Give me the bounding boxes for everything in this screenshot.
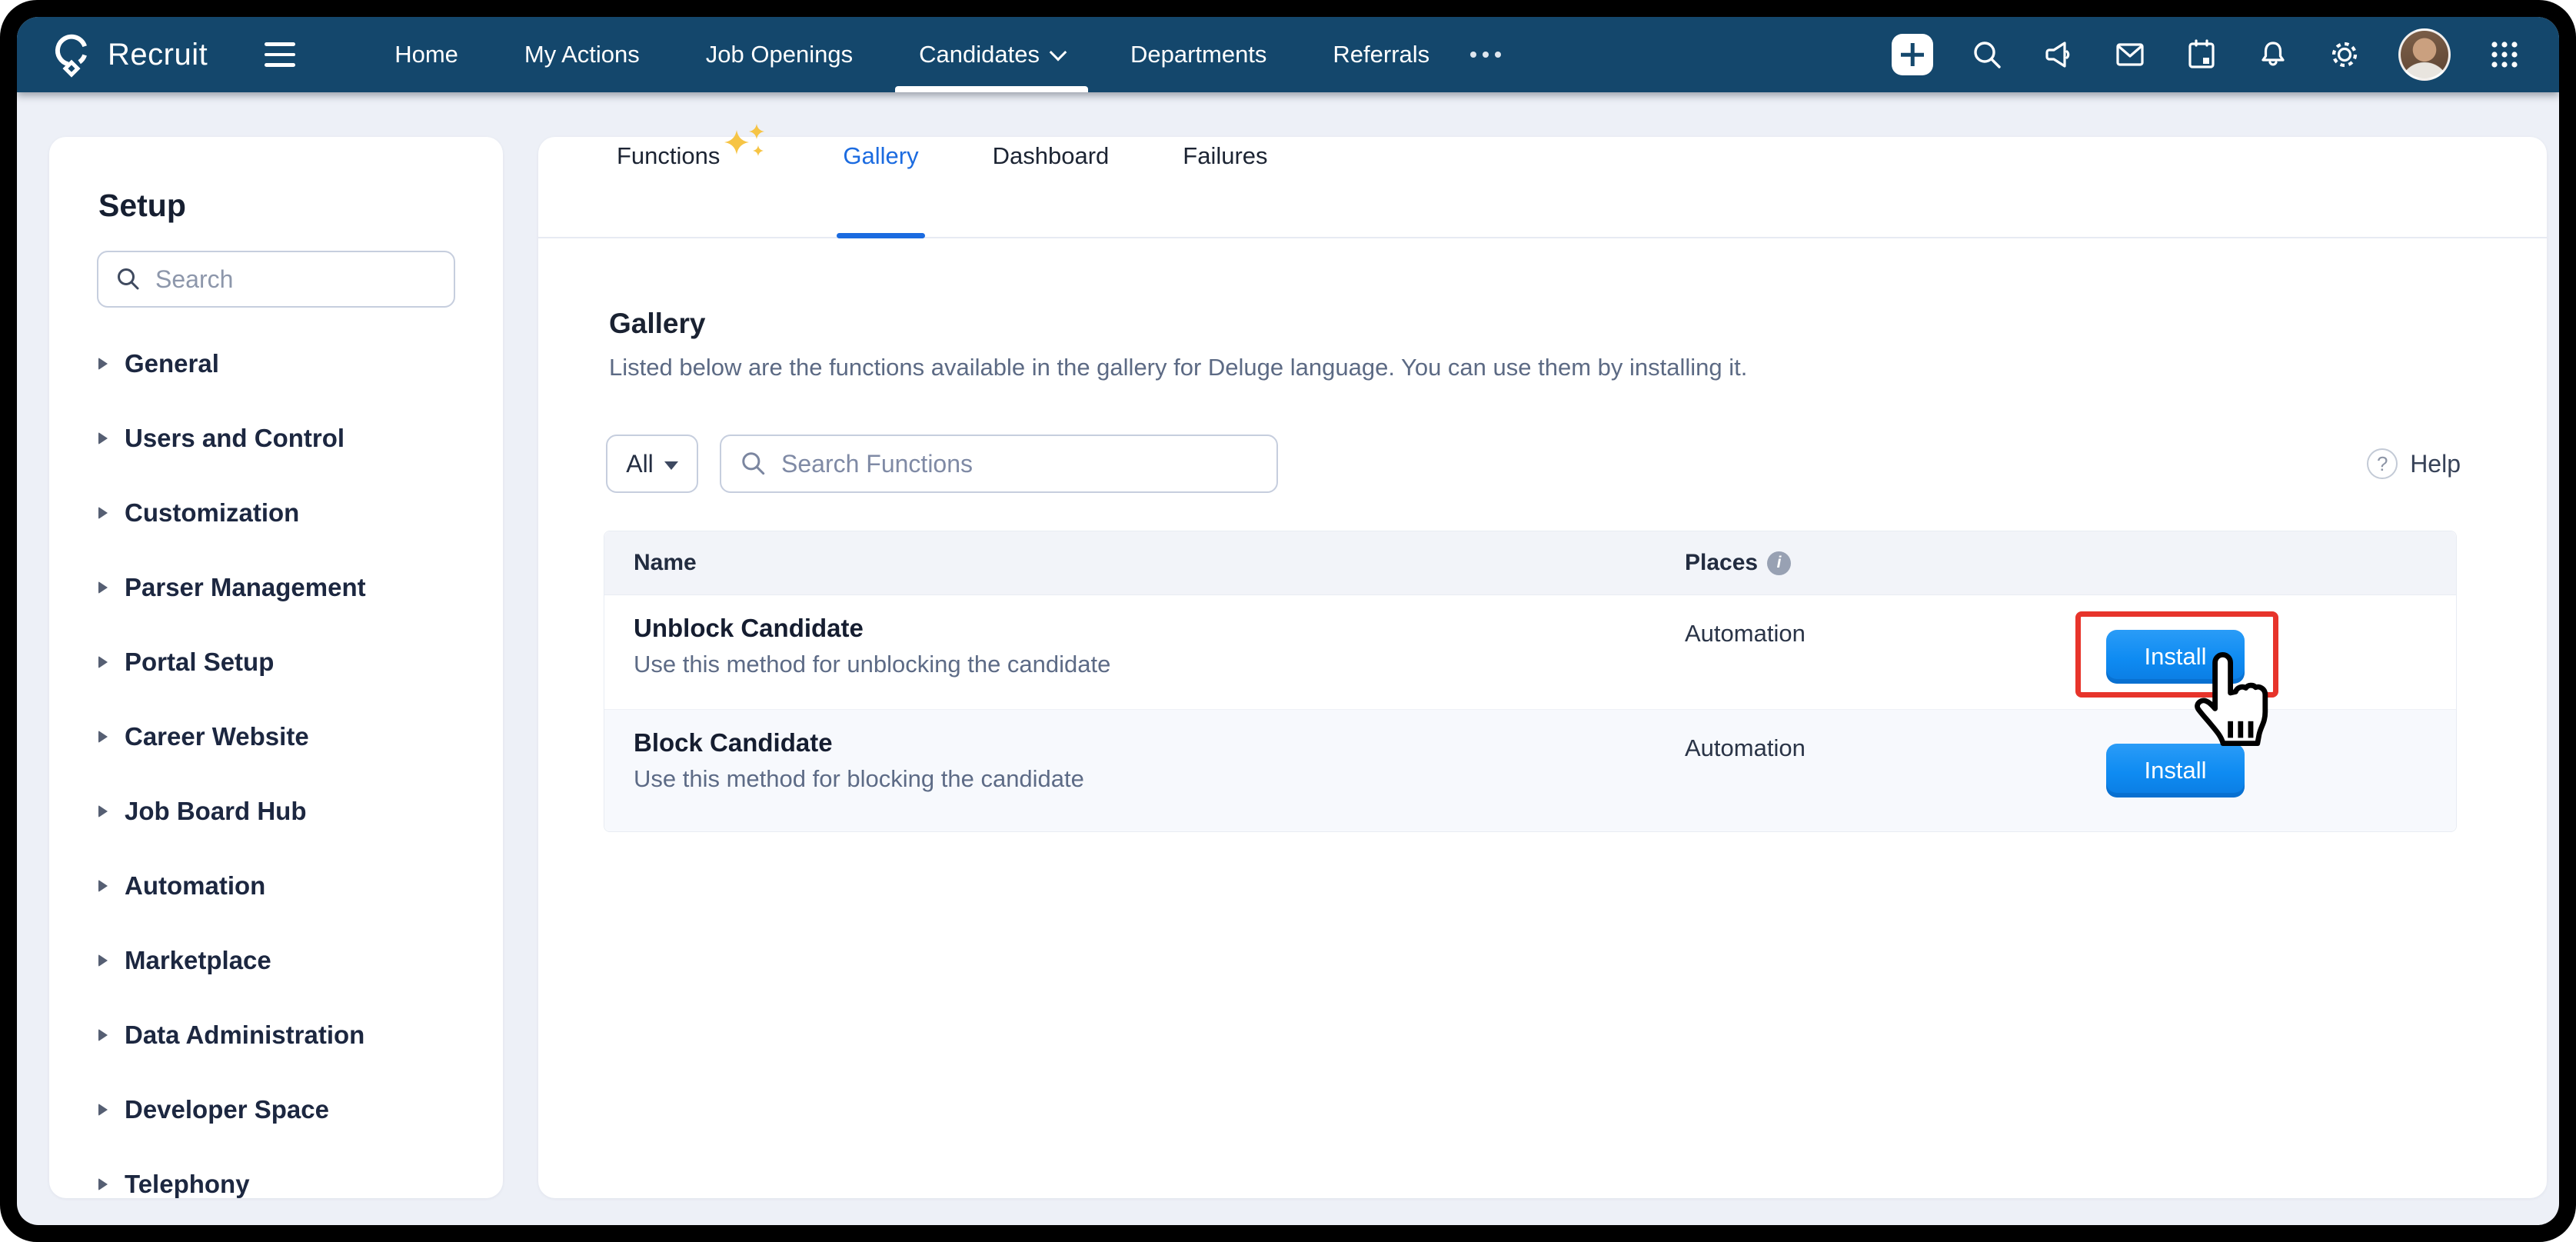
chevron-right-icon <box>98 507 108 519</box>
chevron-down-icon <box>1050 44 1067 62</box>
search-icon <box>115 266 141 292</box>
sidebar-item-career-website[interactable]: Career Website <box>98 699 480 774</box>
sidebar-item-marketplace[interactable]: Marketplace <box>98 923 480 997</box>
sidebar-item-portal-setup[interactable]: Portal Setup <box>98 624 480 699</box>
category-dropdown[interactable]: All <box>606 435 698 493</box>
function-name: Block Candidate <box>634 728 1685 758</box>
nav-item-home[interactable]: Home <box>361 17 491 92</box>
nav-item-my-actions[interactable]: My Actions <box>491 17 673 92</box>
search-icon <box>740 450 767 478</box>
tab-failures[interactable]: Failures <box>1175 106 1275 237</box>
nav-right-actions <box>1892 28 2527 81</box>
table-row: Block Candidate Use this method for bloc… <box>604 710 2456 831</box>
function-places: Automation <box>1685 595 2092 709</box>
hamburger-menu-icon[interactable] <box>265 42 295 67</box>
sparkles-icon <box>724 124 769 168</box>
chevron-right-icon <box>98 1104 108 1116</box>
app-viewport: Recruit Home My Actions Job Openings Can… <box>17 17 2559 1225</box>
help-icon: ? <box>2367 448 2398 479</box>
apps-grid-icon[interactable] <box>2487 37 2522 72</box>
install-button[interactable]: Install <box>2106 744 2245 797</box>
nav-item-job-openings[interactable]: Job Openings <box>673 17 886 92</box>
window-frame: Recruit Home My Actions Job Openings Can… <box>0 0 2576 1242</box>
function-name-cell: Block Candidate Use this method for bloc… <box>604 710 1685 831</box>
app-title: Recruit <box>108 38 208 72</box>
recruit-logo-icon <box>49 31 94 78</box>
tab-gallery[interactable]: Gallery <box>835 106 926 237</box>
functions-search-input[interactable] <box>780 449 1213 479</box>
function-places: Automation <box>1685 710 2092 831</box>
function-description: Use this method for unblocking the candi… <box>634 651 1685 678</box>
functions-tabs: Functions Gallery Dashboard Failures <box>538 137 2547 238</box>
chevron-right-icon <box>98 1178 108 1190</box>
sidebar-search-input[interactable] <box>154 265 411 295</box>
sidebar-item-customization[interactable]: Customization <box>98 475 480 550</box>
chevron-right-icon <box>98 358 108 370</box>
sidebar-title: Setup <box>98 188 186 224</box>
help-link[interactable]: ? Help <box>2367 448 2461 479</box>
install-button[interactable]: Install <box>2106 630 2245 684</box>
functions-table: Name Places i Unblock Candidate Use this… <box>604 531 2457 832</box>
tab-dashboard[interactable]: Dashboard <box>985 106 1117 237</box>
sidebar-item-data-administration[interactable]: Data Administration <box>98 997 480 1072</box>
sidebar-item-users-and-control[interactable]: Users and Control <box>98 401 480 475</box>
user-avatar[interactable] <box>2398 28 2451 81</box>
setup-menu: General Users and Control Customization … <box>98 326 480 1221</box>
chevron-right-icon <box>98 805 108 817</box>
column-header-places: Places i <box>1685 550 2092 576</box>
top-navigation: Recruit Home My Actions Job Openings Can… <box>17 17 2559 92</box>
more-icon[interactable] <box>1470 52 1501 58</box>
main-menu: Home My Actions Job Openings Candidates … <box>361 17 1501 92</box>
page-description: Listed below are the functions available… <box>609 354 1747 381</box>
page-title: Gallery <box>609 308 705 340</box>
sidebar-item-general[interactable]: General <box>98 326 480 401</box>
function-description: Use this method for blocking the candida… <box>634 765 1685 793</box>
dropdown-caret-icon <box>664 461 678 470</box>
column-header-name: Name <box>604 550 1685 576</box>
function-name: Unblock Candidate <box>634 614 1685 643</box>
sidebar-item-job-board-hub[interactable]: Job Board Hub <box>98 774 480 848</box>
setup-sidebar: Setup General Users and Control Customiz… <box>49 137 503 1198</box>
chevron-right-icon <box>98 880 108 892</box>
info-icon[interactable]: i <box>1767 551 1791 575</box>
chevron-right-icon <box>98 954 108 967</box>
nav-item-referrals[interactable]: Referrals <box>1300 17 1463 92</box>
bell-icon[interactable] <box>2255 37 2291 72</box>
function-action-cell: Install <box>2092 710 2458 831</box>
sidebar-item-automation[interactable]: Automation <box>98 848 480 923</box>
functions-search <box>720 435 1278 493</box>
function-action-cell: Install <box>2092 595 2458 709</box>
announcement-icon[interactable] <box>2041 37 2076 72</box>
sidebar-item-developer-space[interactable]: Developer Space <box>98 1072 480 1147</box>
chevron-right-icon <box>98 656 108 668</box>
brand[interactable]: Recruit <box>49 31 208 78</box>
nav-item-candidates[interactable]: Candidates <box>886 17 1097 92</box>
chevron-right-icon <box>98 1029 108 1041</box>
nav-item-departments[interactable]: Departments <box>1097 17 1300 92</box>
chevron-right-icon <box>98 581 108 594</box>
tab-functions[interactable]: Functions <box>609 106 777 237</box>
mail-icon[interactable] <box>2112 37 2148 72</box>
function-name-cell: Unblock Candidate Use this method for un… <box>604 595 1685 709</box>
add-button[interactable] <box>1892 34 1933 75</box>
sidebar-item-parser-management[interactable]: Parser Management <box>98 550 480 624</box>
filter-row: All ? Help <box>606 435 2476 493</box>
search-icon[interactable] <box>1969 37 2005 72</box>
calendar-icon[interactable] <box>2184 37 2219 72</box>
sidebar-item-telephony[interactable]: Telephony <box>98 1147 480 1221</box>
table-row: Unblock Candidate Use this method for un… <box>604 595 2456 710</box>
table-header: Name Places i <box>604 531 2456 595</box>
chevron-right-icon <box>98 432 108 445</box>
sidebar-search <box>97 251 455 308</box>
gear-icon[interactable] <box>2327 37 2362 72</box>
functions-panel: Functions Gallery Dashboard Failures Gal… <box>538 137 2547 1198</box>
chevron-right-icon <box>98 731 108 743</box>
